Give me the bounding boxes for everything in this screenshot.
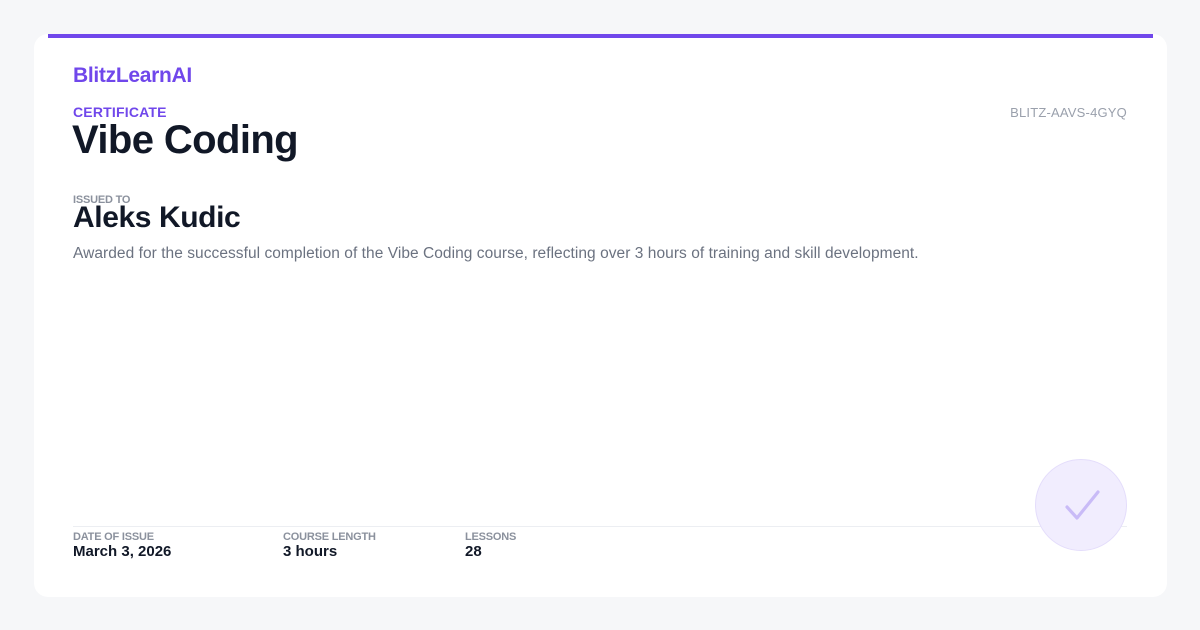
checkmark-icon: [1065, 490, 1100, 520]
certificate-card: BlitzLearnAI CERTIFICATE BLITZ-AAVS-4GYQ…: [34, 34, 1167, 597]
lessons: LESSONS 28: [465, 531, 516, 560]
accent-bar: [48, 34, 1153, 38]
brand-logo: BlitzLearnAI: [73, 64, 192, 87]
course-title: Vibe Coding: [72, 118, 299, 162]
date-of-issue-label: DATE OF ISSUE: [73, 531, 154, 543]
lessons-label: LESSONS: [465, 531, 517, 543]
lessons-value: 28: [465, 543, 482, 560]
recipient-name: Aleks Kudic: [73, 201, 241, 234]
course-length: COURSE LENGTH 3 hours: [283, 531, 376, 560]
certificate-description: Awarded for the successful completion of…: [73, 245, 919, 262]
verified-seal: [1035, 459, 1127, 551]
course-length-label: COURSE LENGTH: [283, 531, 376, 543]
course-length-value: 3 hours: [283, 543, 338, 560]
details-divider: [73, 526, 1127, 527]
certificate-id: BLITZ-AAVS-4GYQ: [1010, 105, 1127, 120]
date-of-issue-value: March 3, 2026: [73, 543, 172, 560]
date-of-issue: DATE OF ISSUE March 3, 2026: [73, 531, 171, 560]
